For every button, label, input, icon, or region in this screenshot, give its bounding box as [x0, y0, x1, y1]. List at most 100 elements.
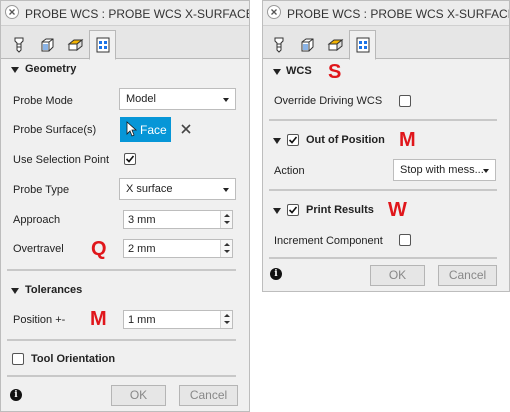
ok-button[interactable]: OK — [370, 265, 425, 286]
tool-orientation-label: Tool Orientation — [31, 353, 116, 365]
print-results-section-header[interactable]: Print Results — [263, 201, 509, 221]
clear-selection-icon[interactable] — [181, 124, 191, 134]
tolerances-section-header[interactable]: Tolerances — [1, 281, 249, 301]
chevron-down-icon — [223, 188, 229, 192]
stepper-buttons[interactable] — [220, 311, 232, 328]
passes-icon — [67, 38, 84, 52]
geometry-section-header[interactable]: Geometry — [1, 60, 249, 80]
override-driving-wcs-checkbox[interactable] — [399, 95, 411, 107]
use-selection-point-label: Use Selection Point — [13, 154, 109, 166]
chevron-down-icon — [223, 98, 229, 102]
wcs-section-header[interactable]: WCS — [263, 62, 509, 82]
section-divider — [7, 375, 236, 377]
passes-icon — [327, 38, 344, 52]
print-results-checkbox[interactable] — [287, 204, 299, 216]
ok-button[interactable]: OK — [111, 385, 166, 406]
geometry-icon — [301, 38, 314, 52]
print-results-header: Print Results — [306, 204, 374, 216]
geometry-icon — [41, 38, 54, 52]
face-selection-button[interactable]: Face — [120, 117, 171, 142]
probe-wcs-dialog-cycle: PROBE WCS : PROBE WCS X-SURFACE WCS S Ov… — [262, 0, 510, 292]
out-of-position-section-header[interactable]: Out of Position — [263, 131, 509, 151]
position-tolerance-input[interactable]: 1 mm — [123, 310, 233, 329]
tab-passes[interactable] — [321, 30, 348, 59]
position-tolerance-value: 1 mm — [128, 314, 156, 326]
close-icon[interactable] — [267, 5, 281, 19]
tab-geometry[interactable] — [293, 30, 320, 59]
stepper-buttons[interactable] — [220, 211, 232, 228]
stepper-up-icon — [224, 314, 230, 317]
section-divider — [7, 339, 236, 341]
annotation-letter: M — [90, 308, 107, 330]
checkmark-icon — [288, 206, 298, 214]
checkmark-icon — [288, 136, 298, 144]
section-divider — [269, 119, 497, 121]
approach-label: Approach — [13, 214, 61, 226]
probe-type-value: X surface — [126, 183, 173, 195]
section-divider — [7, 269, 236, 271]
stepper-up-icon — [224, 243, 230, 246]
tab-probe-cycle[interactable] — [349, 30, 376, 60]
collapse-arrow-icon — [11, 67, 19, 73]
info-icon[interactable]: i — [270, 268, 282, 280]
use-selection-point-checkbox[interactable] — [124, 153, 136, 165]
info-icon[interactable]: i — [10, 389, 22, 401]
tab-probe-cycle[interactable] — [89, 30, 116, 60]
overtravel-label: Overtravel — [13, 243, 64, 255]
overtravel-input[interactable]: 2 mm — [123, 239, 233, 258]
tab-passes[interactable] — [61, 30, 88, 59]
out-of-position-header: Out of Position — [306, 134, 385, 146]
tool-icon — [14, 37, 24, 53]
tab-tool[interactable] — [265, 30, 292, 59]
probe-mode-dropdown[interactable]: Model — [119, 88, 236, 110]
dialog-titlebar: PROBE WCS : PROBE WCS X-SURFACE — [1, 1, 249, 26]
annotation-letter: Q — [91, 238, 107, 260]
stepper-down-icon — [224, 321, 230, 324]
out-of-position-checkbox[interactable] — [287, 134, 299, 146]
checkmark-icon — [125, 155, 135, 163]
face-label: Face — [140, 123, 167, 137]
cancel-button[interactable]: Cancel — [438, 265, 497, 286]
probe-type-dropdown[interactable]: X surface — [119, 178, 236, 200]
probe-wcs-dialog-geometry: PROBE WCS : PROBE WCS X-SURFACE Geometry… — [0, 0, 250, 412]
probe-cycle-icon — [96, 37, 110, 53]
section-divider — [269, 189, 497, 191]
tab-bar — [263, 26, 509, 60]
collapse-arrow-icon — [273, 208, 281, 214]
collapse-arrow-icon — [273, 69, 281, 75]
action-dropdown[interactable]: Stop with mess... — [393, 159, 496, 181]
dialog-title: PROBE WCS : PROBE WCS X-SURFACE — [287, 7, 510, 21]
stepper-down-icon — [224, 221, 230, 224]
close-icon[interactable] — [5, 5, 19, 19]
approach-input[interactable]: 3 mm — [123, 210, 233, 229]
tab-geometry[interactable] — [33, 30, 60, 59]
overtravel-value: 2 mm — [128, 243, 156, 255]
dialog-title: PROBE WCS : PROBE WCS X-SURFACE — [25, 7, 250, 21]
stepper-buttons[interactable] — [220, 240, 232, 257]
stepper-up-icon — [224, 214, 230, 217]
action-value: Stop with mess... — [400, 164, 484, 176]
increment-component-checkbox[interactable] — [399, 234, 411, 246]
override-driving-wcs-label: Override Driving WCS — [274, 95, 383, 107]
cancel-button[interactable]: Cancel — [179, 385, 238, 406]
increment-component-label: Increment Component — [274, 235, 383, 247]
probe-surfaces-label: Probe Surface(s) — [13, 124, 97, 136]
tab-tool[interactable] — [5, 30, 32, 59]
tab-bar — [1, 26, 249, 60]
annotation-letter: W — [388, 199, 407, 221]
annotation-letter: S — [328, 61, 342, 83]
action-label: Action — [274, 165, 305, 177]
approach-value: 3 mm — [128, 214, 156, 226]
tool-orientation-checkbox[interactable] — [12, 353, 24, 365]
collapse-arrow-icon — [11, 288, 19, 294]
probe-type-label: Probe Type — [13, 184, 70, 196]
wcs-header: WCS — [286, 65, 312, 77]
stepper-down-icon — [224, 250, 230, 253]
cursor-arrow-icon — [126, 121, 138, 137]
annotation-letter: M — [399, 129, 416, 151]
probe-cycle-icon — [356, 37, 370, 53]
probe-mode-value: Model — [126, 93, 156, 105]
probe-mode-label: Probe Mode — [13, 95, 73, 107]
geometry-header: Geometry — [25, 63, 77, 75]
dialog-titlebar: PROBE WCS : PROBE WCS X-SURFACE — [263, 1, 509, 26]
